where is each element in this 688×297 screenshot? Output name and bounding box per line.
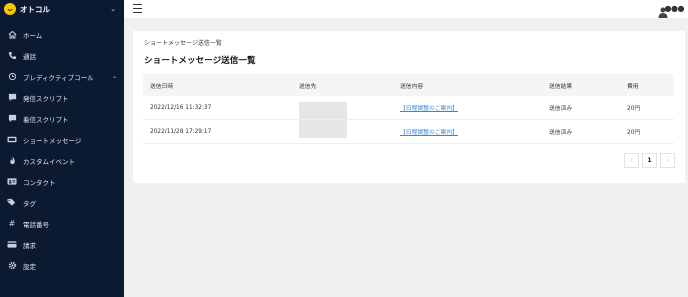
sms-icon [7,135,17,145]
breadcrumb: ショートメッセージ送信一覧 [144,40,222,47]
prev-page-button[interactable]: ‹ [624,153,639,168]
sidebar-item-phone-number[interactable]: # 電話番号 [0,213,124,234]
phone-icon [7,51,17,61]
sidebar-item-label: 電話番号 [23,220,49,229]
sidebar-item-label: 発信スクリプト [23,94,69,103]
hash-icon: # [8,219,16,228]
sidebar-item-label: ホーム [23,31,43,40]
chevron-down-icon: ⌄ [111,73,117,80]
table-row: 2022/12/16 11:32:37 【日程調整のご案内】 送信済み 20円 [143,96,674,120]
column-header: 送信先 [299,83,317,90]
sidebar-item-outgoing-script[interactable]: 発信スクリプト [0,87,124,108]
sidebar-item-label: 請求 [23,241,36,250]
sidebar-item-label: カスタムイベント [23,157,75,166]
sidebar-item-settings[interactable]: 設定 [0,255,124,276]
sidebar-item-label: 通話 [23,52,36,61]
predictive-call-icon [7,72,17,82]
sidebar-item-contact[interactable]: コンタクト [0,171,124,192]
cell-cost: 20円 [627,106,641,112]
column-header: 送信結果 [549,83,573,90]
cell-content-link[interactable]: 【日程調整のご案内】 [400,127,458,136]
pagination: ‹ 1 › [624,153,675,168]
incoming-script-icon [7,114,17,124]
column-header: 送信日時 [150,83,174,90]
more-icon[interactable]: ●●● [665,4,685,13]
table-row: 2022/11/28 17:29:17 【日程調整のご案内】 送信済み 20円 [143,120,674,144]
cell-datetime: 2022/11/28 17:29:17 [150,128,212,135]
sidebar-item-home[interactable]: ホーム [0,24,124,45]
page-title: ショートメッセージ送信一覧 [144,56,256,66]
sidebar-item-label: 着信スクリプト [23,115,69,124]
flame-icon [7,156,17,166]
cell-result: 送信済み [549,106,573,112]
home-icon [7,30,17,40]
next-page-button[interactable]: › [660,153,675,168]
contact-card-icon [7,177,17,187]
sidebar-item-tag[interactable]: タグ [0,192,124,213]
outgoing-script-icon [7,93,17,103]
cell-result: 送信済み [549,130,573,136]
sidebar-item-label: タグ [23,199,36,208]
sidebar-item-predictive-call[interactable]: プレディクティブコール ⌄ [0,66,124,87]
sidebar-item-billing[interactable]: 請求 [0,234,124,255]
sidebar-item-label: プレディクティブコール [23,73,94,82]
topbar: ●●● [124,0,688,18]
table-header: 送信日時 送信先 送信内容 送信結果 費用 [143,74,674,96]
sidebar-item-sms[interactable]: ショートメッセージ [0,129,124,150]
sidebar-item-incoming-script[interactable]: 着信スクリプト [0,108,124,129]
page-button-current[interactable]: 1 [642,153,657,168]
brand-name: オトコル [20,4,50,14]
sidebar-item-label: コンタクト [23,178,56,187]
brand-switcher[interactable]: ᴗ オトコル ⌄ [0,0,124,18]
cell-cost: 20円 [627,130,641,136]
column-header: 送信内容 [400,83,424,90]
sidebar-item-custom-event[interactable]: カスタムイベント [0,150,124,171]
content-card: ショートメッセージ送信一覧 ショートメッセージ送信一覧 送信日時 送信先 送信内… [133,31,685,183]
cell-datetime: 2022/12/16 11:32:37 [150,104,212,111]
sidebar-item-call[interactable]: 通話 [0,45,124,66]
sidebar: ᴗ オトコル ⌄ ホーム 通話 プレディクティブコール ⌄ 発信スクリプト 着信… [0,0,124,297]
sidebar-item-label: 設定 [23,262,36,271]
sidebar-nav: ホーム 通話 プレディクティブコール ⌄ 発信スクリプト 着信スクリプト ショー… [0,24,124,276]
menu-icon[interactable] [133,4,142,13]
sidebar-item-label: ショートメッセージ [23,136,82,145]
gear-icon [7,261,17,271]
credit-card-icon [7,240,17,250]
tag-icon [7,198,17,208]
brand-logo: ᴗ [4,3,16,15]
sms-table: 送信日時 送信先 送信内容 送信結果 費用 2022/12/16 11:32:3… [143,74,674,144]
cell-content-link[interactable]: 【日程調整のご案内】 [400,103,458,112]
chevron-down-icon: ⌄ [110,5,116,13]
column-header: 費用 [627,83,639,90]
